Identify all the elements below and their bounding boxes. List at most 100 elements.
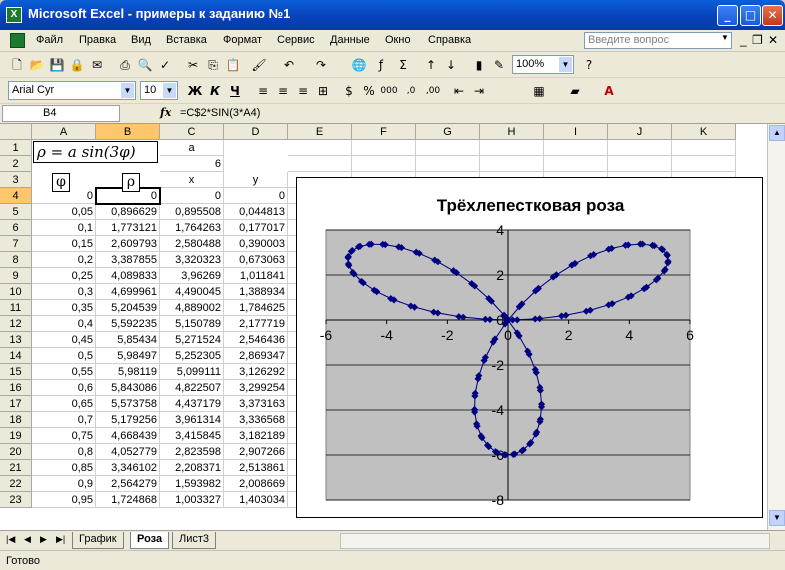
menu-tools[interactable]: Сервис (277, 34, 315, 46)
hyperlink-icon[interactable]: 🌐 (350, 56, 368, 74)
cell-j1[interactable] (608, 140, 672, 156)
cell-c2[interactable]: 6 (160, 156, 224, 172)
cell-c13[interactable]: 5,271524 (160, 332, 224, 348)
cell-b10[interactable]: 4,699961 (96, 284, 160, 300)
row-header-16[interactable]: 16 (0, 380, 32, 396)
cell-a14[interactable]: 0,5 (32, 348, 96, 364)
cell-c21[interactable]: 2,208371 (160, 460, 224, 476)
worksheet-grid[interactable]: A B C D E F G H I J K 1 2 3 4 5 6 7 8 9 10 11 12 13 14 15 16 17 18 19… (0, 124, 767, 530)
minimize-button[interactable]: _ (717, 5, 738, 26)
cell-a12[interactable]: 0,4 (32, 316, 96, 332)
cell-c11[interactable]: 4,889002 (160, 300, 224, 316)
row-header-17[interactable]: 17 (0, 396, 32, 412)
cell-b7[interactable]: 2,609793 (96, 236, 160, 252)
column-header-a[interactable]: A (32, 124, 96, 140)
cell-c12[interactable]: 5,150789 (160, 316, 224, 332)
cell-b6[interactable]: 1,773121 (96, 220, 160, 236)
underline-button[interactable]: Ч (226, 82, 244, 100)
cell-c22[interactable]: 1,593982 (160, 476, 224, 492)
vertical-scrollbar[interactable]: ▲ ▼ (767, 124, 785, 530)
help-search-input[interactable]: Введите вопрос (584, 32, 732, 49)
cell-d12[interactable]: 2,177719 (224, 316, 288, 332)
cell-c23[interactable]: 1,003327 (160, 492, 224, 508)
row-header-8[interactable]: 8 (0, 252, 32, 268)
menu-insert[interactable]: Вставка (166, 34, 207, 46)
cell-d19[interactable]: 3,182189 (224, 428, 288, 444)
sort-descending-icon[interactable]: ↓ (442, 56, 460, 74)
cell-a20[interactable]: 0,8 (32, 444, 96, 460)
row-header-23[interactable]: 23 (0, 492, 32, 508)
cell-d8[interactable]: 0,673063 (224, 252, 288, 268)
chevron-down-icon[interactable]: ▼ (121, 83, 134, 98)
cell-c14[interactable]: 5,252305 (160, 348, 224, 364)
cell-b12[interactable]: 5,592235 (96, 316, 160, 332)
font-color-button[interactable]: A (600, 82, 618, 100)
cell-d6[interactable]: 0,177017 (224, 220, 288, 236)
save-icon[interactable]: 💾 (48, 56, 66, 74)
menu-view[interactable]: Вид (131, 34, 151, 46)
increase-decimal-icon[interactable]: ,0 (402, 82, 420, 100)
cut-icon[interactable]: ✂ (184, 56, 202, 74)
cell-b9[interactable]: 4,089833 (96, 268, 160, 284)
chevron-down-icon[interactable]: ▼ (163, 83, 176, 98)
cell-d7[interactable]: 0,390003 (224, 236, 288, 252)
maximize-button[interactable]: □ (740, 5, 761, 26)
insert-function-icon[interactable]: ƒ (372, 56, 390, 74)
cell-c3[interactable]: x (160, 172, 224, 188)
italic-button[interactable]: К (206, 82, 224, 100)
row-header-1[interactable]: 1 (0, 140, 32, 156)
column-header-b[interactable]: B (96, 124, 160, 140)
cell-b8[interactable]: 3,387855 (96, 252, 160, 268)
row-header-11[interactable]: 11 (0, 300, 32, 316)
cell-b22[interactable]: 2,564279 (96, 476, 160, 492)
menu-data[interactable]: Данные (330, 34, 370, 46)
decrease-decimal-icon[interactable]: ,00 (424, 82, 442, 100)
cell-b23[interactable]: 1,724868 (96, 492, 160, 508)
chart-area[interactable]: Трёхлепестковая роза -6 -4 -2 0 2 4 6 4 2 0 -2 -4 -6-… (296, 177, 763, 518)
cell-a16[interactable]: 0,6 (32, 380, 96, 396)
column-header-f[interactable]: F (352, 124, 416, 140)
cell-i2[interactable] (544, 156, 608, 172)
cell-b15[interactable]: 5,98119 (96, 364, 160, 380)
cell-g2[interactable] (416, 156, 480, 172)
cell-a7[interactable]: 0,15 (32, 236, 96, 252)
cell-a5[interactable]: 0,05 (32, 204, 96, 220)
row-header-10[interactable]: 10 (0, 284, 32, 300)
cell-d3[interactable]: y (224, 172, 288, 188)
cell-b11[interactable]: 5,204539 (96, 300, 160, 316)
increase-indent-icon[interactable]: ⇥ (470, 82, 488, 100)
cell-f2[interactable] (352, 156, 416, 172)
copy-icon[interactable]: ⎘ (204, 56, 222, 74)
column-header-h[interactable]: H (480, 124, 544, 140)
redo-icon[interactable]: ↷ (312, 56, 330, 74)
cell-j2[interactable] (608, 156, 672, 172)
chart-wizard-icon[interactable]: ▮ (470, 56, 488, 74)
decrease-indent-icon[interactable]: ⇤ (450, 82, 468, 100)
menu-file[interactable]: Файл (36, 34, 63, 46)
cell-c7[interactable]: 2,580488 (160, 236, 224, 252)
cell-c20[interactable]: 2,823598 (160, 444, 224, 460)
column-header-g[interactable]: G (416, 124, 480, 140)
sheet-tab-grafik[interactable]: График (72, 532, 124, 549)
row-header-6[interactable]: 6 (0, 220, 32, 236)
cell-c19[interactable]: 3,415845 (160, 428, 224, 444)
insert-function-button[interactable]: fx (160, 106, 171, 119)
cell-a8[interactable]: 0,2 (32, 252, 96, 268)
cell-a19[interactable]: 0,75 (32, 428, 96, 444)
spelling-icon[interactable]: ✓ (156, 56, 174, 74)
cell-b16[interactable]: 5,843086 (96, 380, 160, 396)
cell-c5[interactable]: 0,895508 (160, 204, 224, 220)
cell-d15[interactable]: 3,126292 (224, 364, 288, 380)
font-name-select[interactable]: Arial Cyr ▼ (8, 81, 136, 100)
cell-d14[interactable]: 2,869347 (224, 348, 288, 364)
align-center-icon[interactable]: ≡ (274, 82, 292, 100)
cell-b5[interactable]: 0,896629 (96, 204, 160, 220)
sheet-tab-list3[interactable]: Лист3 (172, 532, 217, 549)
cell-c4[interactable]: 0 (160, 188, 224, 204)
cell-b21[interactable]: 3,346102 (96, 460, 160, 476)
cell-c18[interactable]: 3,961314 (160, 412, 224, 428)
cell-d16[interactable]: 3,299254 (224, 380, 288, 396)
row-header-15[interactable]: 15 (0, 364, 32, 380)
help-dropdown-icon[interactable]: ▼ (721, 33, 729, 42)
doc-minimize-button[interactable]: _ (740, 33, 747, 47)
